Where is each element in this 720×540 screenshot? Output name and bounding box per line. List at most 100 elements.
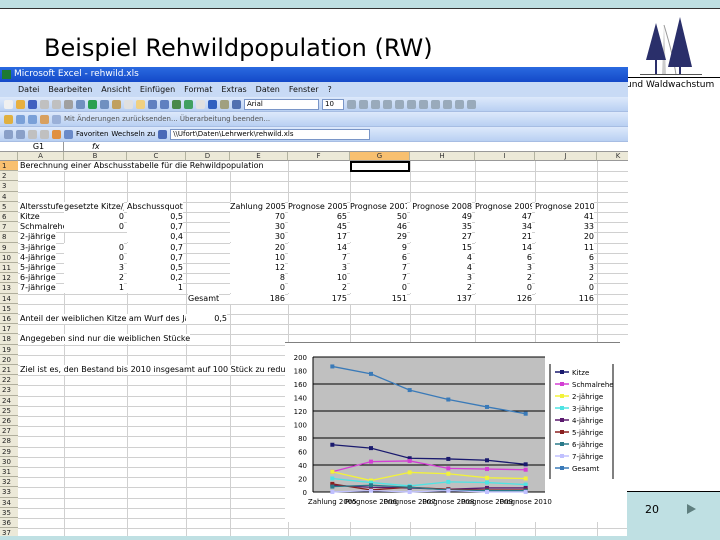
- merge-icon[interactable]: [419, 99, 428, 109]
- toolbar-button-icon[interactable]: [160, 99, 169, 109]
- row-header[interactable]: 15: [0, 303, 18, 314]
- row-header[interactable]: 6: [0, 212, 18, 223]
- review-icon[interactable]: [16, 114, 25, 124]
- row-header[interactable]: 21: [0, 365, 18, 376]
- corner-cell[interactable]: [0, 152, 18, 161]
- row-header[interactable]: 10: [0, 252, 18, 263]
- home-icon[interactable]: [52, 129, 61, 139]
- toolbar-button-icon[interactable]: [208, 99, 217, 109]
- menu-item[interactable]: Extras: [221, 82, 246, 97]
- column-header[interactable]: B: [64, 152, 127, 161]
- align-left-icon[interactable]: [383, 99, 392, 109]
- row-header[interactable]: 28: [0, 436, 18, 447]
- menu-item[interactable]: Einfügen: [140, 82, 175, 97]
- menu-item[interactable]: Daten: [256, 82, 280, 97]
- toolbar-button-icon[interactable]: [100, 99, 109, 109]
- row-header[interactable]: 2: [0, 171, 18, 182]
- row-header[interactable]: 9: [0, 242, 18, 253]
- menu-item[interactable]: Datei: [18, 82, 39, 97]
- column-header[interactable]: F: [288, 152, 350, 161]
- bold-icon[interactable]: [347, 99, 356, 109]
- review-icon[interactable]: [28, 114, 37, 124]
- row-header[interactable]: 27: [0, 426, 18, 437]
- underline-icon[interactable]: [371, 99, 380, 109]
- row-header[interactable]: 14: [0, 293, 18, 304]
- row-header[interactable]: 16: [0, 314, 18, 325]
- row-header[interactable]: 8: [0, 232, 18, 243]
- column-header[interactable]: H: [410, 152, 475, 161]
- search-icon[interactable]: [64, 129, 73, 139]
- toolbar-button-icon[interactable]: [64, 99, 73, 109]
- favorites-menu[interactable]: Favoriten: [76, 130, 108, 138]
- row-header[interactable]: 36: [0, 518, 18, 529]
- review-icon[interactable]: [52, 114, 61, 124]
- menu-item[interactable]: Format: [184, 82, 212, 97]
- row-header[interactable]: 20: [0, 354, 18, 365]
- row-header[interactable]: 24: [0, 395, 18, 406]
- column-header[interactable]: K: [597, 152, 628, 161]
- row-header[interactable]: 13: [0, 283, 18, 294]
- address-input[interactable]: \\Ufort\Daten\Lehrwerk\rehwild.xls: [170, 128, 371, 140]
- show-web-toolbar-icon[interactable]: [158, 129, 168, 139]
- back-icon[interactable]: [4, 129, 13, 139]
- row-header[interactable]: 22: [0, 375, 18, 386]
- row-header[interactable]: 5: [0, 201, 18, 212]
- euro-icon[interactable]: [467, 99, 476, 109]
- refresh-icon[interactable]: [40, 129, 49, 139]
- font-name-select[interactable]: Arial: [244, 98, 319, 110]
- row-header[interactable]: 30: [0, 456, 18, 467]
- row-header[interactable]: 12: [0, 273, 18, 284]
- row-header[interactable]: 31: [0, 467, 18, 478]
- font-size-select[interactable]: 10: [322, 98, 344, 110]
- toolbar-button-icon[interactable]: [76, 99, 85, 109]
- column-header[interactable]: E: [230, 152, 288, 161]
- row-header[interactable]: 25: [0, 405, 18, 416]
- row-header[interactable]: 7: [0, 222, 18, 233]
- column-header[interactable]: A: [18, 152, 64, 161]
- population-chart[interactable]: 020406080100120140160180200Zahlung 2005P…: [285, 342, 630, 522]
- menu-item[interactable]: Fenster: [289, 82, 319, 97]
- goto-menu[interactable]: Wechseln zu: [111, 130, 155, 138]
- row-header[interactable]: 1: [0, 161, 18, 172]
- row-header[interactable]: 35: [0, 507, 18, 518]
- align-center-icon[interactable]: [395, 99, 404, 109]
- thousands-icon[interactable]: [455, 99, 464, 109]
- forward-icon[interactable]: [16, 129, 25, 139]
- row-header[interactable]: 32: [0, 477, 18, 488]
- align-right-icon[interactable]: [407, 99, 416, 109]
- toolbar-button-icon[interactable]: [40, 99, 49, 109]
- row-header[interactable]: 26: [0, 416, 18, 427]
- toolbar-button-icon[interactable]: [16, 99, 25, 109]
- row-header[interactable]: 29: [0, 446, 18, 457]
- next-slide-arrow-icon[interactable]: [687, 504, 696, 514]
- stop-icon[interactable]: [28, 129, 37, 139]
- review-icon[interactable]: [40, 114, 49, 124]
- toolbar-button-icon[interactable]: [220, 99, 229, 109]
- row-header[interactable]: 4: [0, 191, 18, 202]
- italic-icon[interactable]: [359, 99, 368, 109]
- column-header[interactable]: G: [350, 152, 410, 161]
- column-header[interactable]: I: [475, 152, 535, 161]
- row-header[interactable]: 11: [0, 263, 18, 274]
- menu-item[interactable]: Ansicht: [101, 82, 131, 97]
- row-header[interactable]: 23: [0, 385, 18, 396]
- toolbar-button-icon[interactable]: [136, 99, 145, 109]
- menu-item[interactable]: ?: [328, 82, 332, 97]
- toolbar-button-icon[interactable]: [232, 99, 241, 109]
- row-header[interactable]: 3: [0, 181, 18, 192]
- toolbar-button-icon[interactable]: [52, 99, 61, 109]
- name-box[interactable]: G1: [4, 142, 64, 152]
- toolbar-button-icon[interactable]: [28, 99, 37, 109]
- toolbar-button-icon[interactable]: [196, 99, 205, 109]
- toolbar-button-icon[interactable]: [172, 99, 181, 109]
- selected-cell-g1[interactable]: [350, 161, 410, 173]
- column-header[interactable]: J: [535, 152, 597, 161]
- column-header[interactable]: C: [127, 152, 186, 161]
- percent-icon[interactable]: [443, 99, 452, 109]
- toolbar-button-icon[interactable]: [4, 99, 13, 109]
- review-icon[interactable]: [4, 114, 13, 124]
- toolbar-button-icon[interactable]: [184, 99, 193, 109]
- review-actions[interactable]: Mit Änderungen zurücksenden... Überarbei…: [64, 115, 270, 123]
- row-header[interactable]: 33: [0, 487, 18, 498]
- toolbar-button-icon[interactable]: [148, 99, 157, 109]
